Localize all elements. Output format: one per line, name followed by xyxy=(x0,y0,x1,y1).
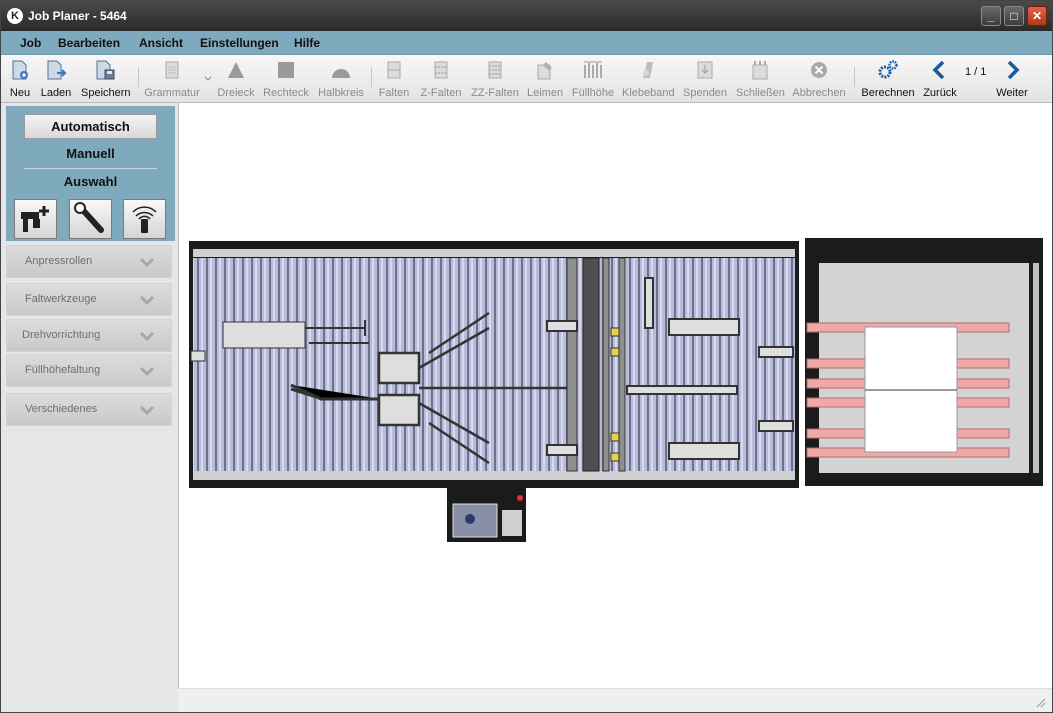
chevron-down-icon xyxy=(139,405,155,416)
chevron-right-icon xyxy=(1007,60,1020,80)
toolbar-separator xyxy=(138,67,139,87)
maximize-button[interactable]: □ xyxy=(1004,6,1024,26)
mode-panel: Automatisch Manuell Auswahl xyxy=(6,106,175,241)
accordion-anpressrollen[interactable]: Anpressrollen xyxy=(6,245,172,278)
close-box-icon xyxy=(752,61,768,80)
app-logo-icon: K xyxy=(7,8,23,24)
close-box-button[interactable]: Schließen xyxy=(736,59,785,99)
title-bar[interactable]: K Job Planer - 5464 _ □ ✕ xyxy=(1,1,1052,31)
chevron-down-icon xyxy=(204,76,212,81)
accordion-verschiedenes[interactable]: Verschiedenes xyxy=(6,393,172,426)
new-button[interactable]: Neu xyxy=(7,59,33,99)
semicircle-icon xyxy=(332,69,350,78)
glue-button[interactable]: Leimen xyxy=(527,59,563,99)
machine-add-button[interactable] xyxy=(14,199,57,239)
zz-fold-icon xyxy=(488,61,502,79)
window-title: Job Planer - 5464 xyxy=(28,9,127,23)
triangle-button[interactable]: Dreieck xyxy=(217,59,255,99)
mode-selection-button[interactable]: Auswahl xyxy=(24,170,157,195)
fold-button[interactable]: Falten xyxy=(377,59,411,99)
rectangle-button[interactable]: Rechteck xyxy=(263,59,309,99)
output-module[interactable] xyxy=(805,238,1043,486)
menu-einstellungen[interactable]: Einstellungen xyxy=(200,36,279,50)
machine-canvas[interactable] xyxy=(178,103,1052,712)
main-conveyor[interactable] xyxy=(189,241,799,488)
fill-height-button[interactable]: Füllhöhe xyxy=(571,59,615,99)
minimize-button[interactable]: _ xyxy=(981,6,1001,26)
toolbar-separator xyxy=(371,67,372,87)
z-fold-button[interactable]: Z-Falten xyxy=(419,59,463,99)
resize-grip-icon[interactable] xyxy=(1034,696,1046,708)
rectangle-icon xyxy=(278,62,294,78)
tape-button[interactable]: Klebeband xyxy=(622,59,675,99)
status-bar xyxy=(178,688,1052,712)
accordion-faltwerkzeuge[interactable]: Faltwerkzeuge xyxy=(6,283,172,316)
menu-job[interactable]: Job xyxy=(20,36,41,50)
next-button[interactable]: Weiter xyxy=(995,59,1029,99)
wrench-button[interactable] xyxy=(69,199,112,239)
calculate-button[interactable]: Berechnen xyxy=(861,59,915,99)
gears-icon xyxy=(878,60,898,79)
close-button[interactable]: ✕ xyxy=(1027,6,1047,26)
chevron-left-icon xyxy=(932,60,945,80)
wireless-icon xyxy=(132,206,157,233)
save-icon xyxy=(96,60,115,80)
app-window: K Job Planer - 5464 _ □ ✕ Job Bearbeiten… xyxy=(0,0,1053,713)
triangle-icon xyxy=(228,62,244,78)
dispense-icon xyxy=(697,61,713,79)
cancel-icon xyxy=(811,62,827,78)
menu-bar: Job Bearbeiten Ansicht Einstellungen Hil… xyxy=(1,31,1052,55)
chevron-down-icon xyxy=(139,366,155,377)
mode-automatic-button[interactable]: Automatisch xyxy=(24,114,157,139)
grammage-icon xyxy=(165,61,179,79)
menu-bearbeiten[interactable]: Bearbeiten xyxy=(58,36,120,50)
z-fold-icon xyxy=(434,61,448,79)
accordion-fuellhoehefaltung[interactable]: Füllhöhefaltung xyxy=(6,354,172,387)
chevron-down-icon xyxy=(139,257,155,268)
load-button[interactable]: Laden xyxy=(39,59,73,99)
chevron-down-icon xyxy=(139,295,155,306)
page-indicator: 1 / 1 xyxy=(965,66,987,78)
chevron-down-icon xyxy=(139,331,155,342)
cancel-button[interactable]: Abbrechen xyxy=(792,59,846,99)
fill-height-icon xyxy=(584,61,602,78)
back-button[interactable]: Zurück xyxy=(921,59,959,99)
grammage-button[interactable]: Grammatur xyxy=(144,59,200,99)
menu-ansicht[interactable]: Ansicht xyxy=(139,36,183,50)
grammage-dropdown-button[interactable] xyxy=(203,71,213,85)
accordion-drehvorrichtung[interactable]: Drehvorrichtung xyxy=(6,319,172,352)
toolbar-separator xyxy=(854,67,855,87)
divider xyxy=(24,168,157,169)
sidebar: Automatisch Manuell Auswahl Anpressrolle… xyxy=(1,103,178,712)
semicircle-button[interactable]: Halbkreis xyxy=(318,59,364,99)
machine-layout-drawing xyxy=(189,238,1043,542)
new-document-icon xyxy=(12,60,28,80)
machine-add-icon xyxy=(21,206,49,232)
load-icon xyxy=(47,60,67,80)
fold-icon xyxy=(387,61,401,79)
mode-manual-button[interactable]: Manuell xyxy=(24,142,157,167)
control-panel[interactable] xyxy=(447,488,526,542)
wireless-button[interactable] xyxy=(123,199,166,239)
zz-fold-button[interactable]: ZZ-Falten xyxy=(470,59,520,99)
glue-icon xyxy=(537,62,552,80)
wrench-icon xyxy=(74,202,104,233)
menu-hilfe[interactable]: Hilfe xyxy=(294,36,320,50)
save-button[interactable]: Speichern xyxy=(81,59,131,99)
toolbar: Neu Laden Speichern Grammatur Dreieck Re… xyxy=(1,55,1052,103)
dispense-button[interactable]: Spenden xyxy=(683,59,727,99)
tape-icon xyxy=(643,62,653,78)
